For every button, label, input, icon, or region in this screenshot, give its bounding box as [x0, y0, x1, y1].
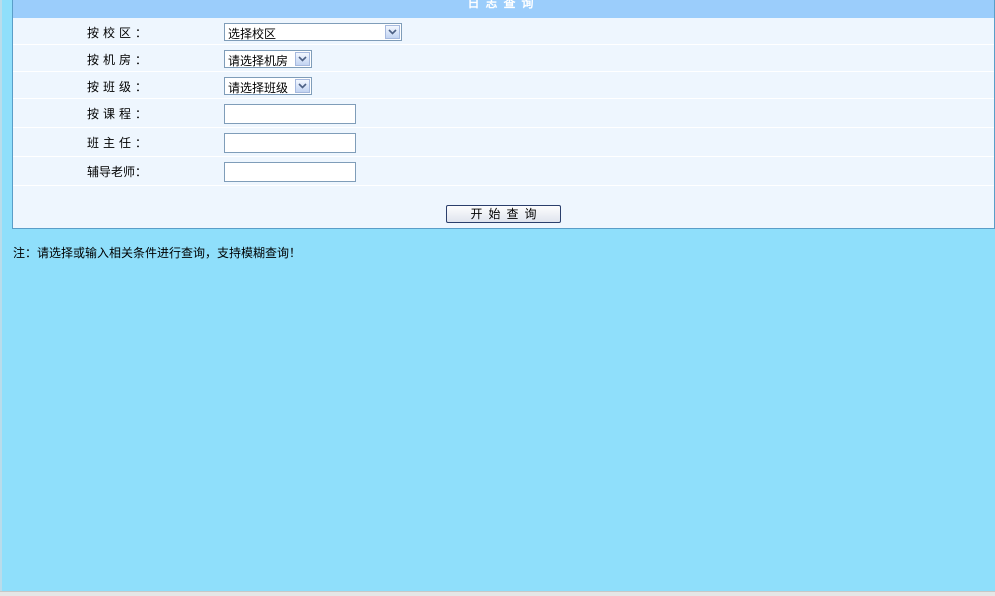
chevron-down-icon[interactable] [295, 52, 310, 66]
chevron-down-icon[interactable] [295, 79, 310, 93]
course-row: 按课程： [13, 99, 994, 128]
chevron-down-icon[interactable] [385, 25, 400, 39]
bottom-scroll-edge [0, 591, 995, 596]
course-label: 按课程： [87, 107, 152, 121]
hint-note: 注：请选择或输入相关条件进行查询，支持模糊查询！ [13, 246, 302, 260]
tutor-label: 辅导老师： [87, 165, 148, 179]
room-label: 按机房： [87, 53, 152, 67]
room-select-value: 请选择机房 [228, 54, 289, 68]
class-row: 按班级： 请选择班级 [13, 72, 994, 99]
head-teacher-row: 班主任： [13, 128, 994, 157]
query-panel: 日志查询 按校区： 选择校区 按机房： 请选择机房 按班级： 请选择班级 按课程… [12, 0, 995, 229]
campus-row: 按校区： 选择校区 [13, 18, 994, 45]
head-teacher-input[interactable] [224, 133, 356, 153]
head-teacher-label: 班主任： [87, 136, 152, 150]
search-button[interactable]: 开始查询 [446, 205, 561, 223]
panel-title: 日志查询 [13, 0, 994, 18]
room-select[interactable]: 请选择机房 [224, 50, 312, 68]
campus-label: 按校区： [87, 26, 152, 40]
tutor-input[interactable] [224, 162, 356, 182]
class-select[interactable]: 请选择班级 [224, 77, 312, 95]
campus-select[interactable]: 选择校区 [224, 23, 402, 41]
course-input[interactable] [224, 104, 356, 124]
left-border [0, 0, 2, 592]
campus-select-value: 选择校区 [228, 27, 277, 41]
class-select-value: 请选择班级 [228, 81, 289, 95]
tutor-row: 辅导老师： [13, 157, 994, 186]
room-row: 按机房： 请选择机房 [13, 45, 994, 72]
class-label: 按班级： [87, 80, 152, 94]
